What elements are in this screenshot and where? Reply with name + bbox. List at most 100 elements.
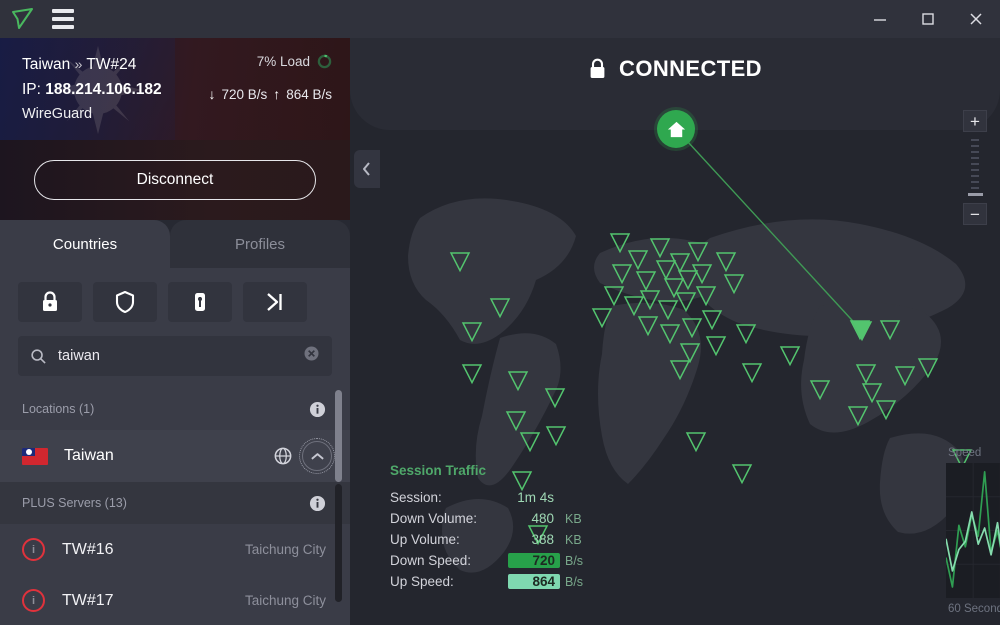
map-marker[interactable]	[629, 251, 647, 269]
map-marker[interactable]	[659, 301, 677, 319]
map-marker[interactable]	[651, 239, 669, 257]
map-marker[interactable]	[703, 311, 721, 329]
list-item-server-1[interactable]: i TW#17 Taichung City	[0, 575, 350, 625]
traffic-label: Down Volume:	[390, 511, 508, 526]
server-name: TW#16	[62, 541, 114, 559]
map-panel[interactable]: CONNECTED + − Session Traffic S	[350, 38, 1000, 625]
map-marker[interactable]	[507, 412, 525, 430]
connection-protocol: WireGuard	[22, 102, 162, 126]
home-icon	[666, 119, 687, 140]
map-marker[interactable]	[697, 287, 715, 305]
traffic-row: Down Speed:720B/s	[390, 550, 583, 571]
info-icon[interactable]	[309, 401, 326, 418]
search-box[interactable]	[18, 336, 332, 376]
list-item-location-taiwan[interactable]: Taiwan	[0, 430, 350, 482]
map-marker[interactable]	[521, 433, 539, 451]
list-scrollbar-thumb[interactable]	[335, 390, 342, 482]
map-marker[interactable]	[877, 401, 895, 419]
map-marker[interactable]	[509, 372, 527, 390]
map-marker[interactable]	[849, 407, 867, 425]
collapse-location-button[interactable]	[302, 441, 332, 471]
chevron-up-icon	[310, 451, 325, 462]
traffic-unit: KB	[560, 512, 582, 526]
map-marker[interactable]	[687, 433, 705, 451]
map-marker[interactable]	[679, 271, 697, 289]
map-marker[interactable]	[919, 359, 937, 377]
list-item-server-0[interactable]: i TW#16 Taichung City	[0, 524, 350, 575]
disconnect-area: Disconnect	[0, 140, 350, 220]
map-marker[interactable]	[737, 325, 755, 343]
list-scrollbar-track[interactable]	[339, 388, 346, 608]
map-marker[interactable]	[811, 381, 829, 399]
map-marker[interactable]	[637, 272, 655, 290]
map-marker[interactable]	[733, 465, 751, 483]
info-icon[interactable]	[309, 495, 326, 512]
zoom-out-button[interactable]: −	[963, 203, 987, 225]
sidebar: Taiwan » TW#24 IP: 188.214.106.182 WireG…	[0, 38, 350, 625]
map-marker[interactable]	[463, 323, 481, 341]
map-marker[interactable]	[593, 309, 611, 327]
map-marker[interactable]	[547, 427, 565, 445]
maximize-button[interactable]	[904, 0, 952, 38]
map-marker[interactable]	[451, 253, 469, 271]
map-marker[interactable]	[743, 364, 761, 382]
filter-shield-button[interactable]	[93, 282, 157, 322]
map-marker[interactable]	[605, 287, 623, 305]
search-input[interactable]	[58, 348, 292, 364]
map-marker[interactable]	[671, 361, 689, 379]
status-text: CONNECTED	[619, 56, 762, 82]
chevron-left-icon	[362, 162, 372, 176]
title-bar-left	[0, 6, 76, 32]
map-marker[interactable]	[896, 367, 914, 385]
connection-stats: 7% Load ↓ 720 B/s ↑ 864 B/s	[208, 54, 332, 102]
filter-lock-button[interactable]	[18, 282, 82, 322]
map-marker[interactable]	[546, 389, 564, 407]
server-left: i TW#17	[22, 589, 114, 612]
zoom-slider-handle[interactable]	[968, 193, 983, 196]
map-marker[interactable]	[677, 293, 695, 311]
map-marker[interactable]	[881, 321, 899, 339]
load-label: 7% Load	[257, 54, 310, 69]
globe-icon[interactable]	[273, 446, 293, 466]
filter-skip-button[interactable]	[243, 282, 307, 322]
map-marker[interactable]	[681, 344, 699, 362]
map-marker[interactable]	[725, 275, 743, 293]
disconnect-button[interactable]: Disconnect	[34, 160, 316, 200]
speed-indicators: ↓ 720 B/s ↑ 864 B/s	[208, 86, 332, 102]
window-controls	[856, 0, 1000, 38]
filter-tor-button[interactable]	[168, 282, 232, 322]
map-marker[interactable]	[625, 297, 643, 315]
locations-group-header: Locations (1)	[0, 388, 350, 430]
minimize-button[interactable]	[856, 0, 904, 38]
map-marker[interactable]	[665, 279, 683, 297]
map-marker[interactable]	[463, 365, 481, 383]
map-marker[interactable]	[689, 243, 707, 261]
zoom-in-button[interactable]: +	[963, 110, 987, 132]
zoom-slider-track[interactable]	[968, 132, 983, 203]
ip-value: 188.214.106.182	[45, 81, 161, 98]
clear-search-icon[interactable]	[303, 345, 320, 367]
map-marker[interactable]	[863, 384, 881, 402]
map-marker[interactable]	[639, 317, 657, 335]
home-location-marker[interactable]	[657, 110, 695, 148]
map-marker[interactable]	[717, 253, 735, 271]
tab-profiles[interactable]: Profiles	[170, 220, 350, 268]
map-marker[interactable]	[611, 234, 629, 252]
download-speed: 720 B/s	[221, 87, 267, 102]
tab-countries[interactable]: Countries	[0, 220, 170, 268]
map-marker[interactable]	[491, 299, 509, 317]
map-marker[interactable]	[661, 325, 679, 343]
map-marker[interactable]	[781, 347, 799, 365]
map-marker[interactable]	[857, 365, 875, 383]
session-traffic-title: Session Traffic	[390, 463, 583, 478]
collapse-sidebar-button[interactable]	[354, 150, 380, 188]
close-button[interactable]	[952, 0, 1000, 38]
map-marker[interactable]	[683, 319, 701, 337]
map-marker[interactable]	[657, 261, 675, 279]
speed-graph: Speed 48.4 KB 60 Seconds 0	[946, 447, 1000, 615]
list-scrollbar-rail	[335, 484, 342, 602]
map-marker[interactable]	[707, 337, 725, 355]
map-marker[interactable]	[641, 291, 659, 309]
map-marker[interactable]	[613, 265, 631, 283]
hamburger-menu-icon[interactable]	[50, 7, 76, 31]
